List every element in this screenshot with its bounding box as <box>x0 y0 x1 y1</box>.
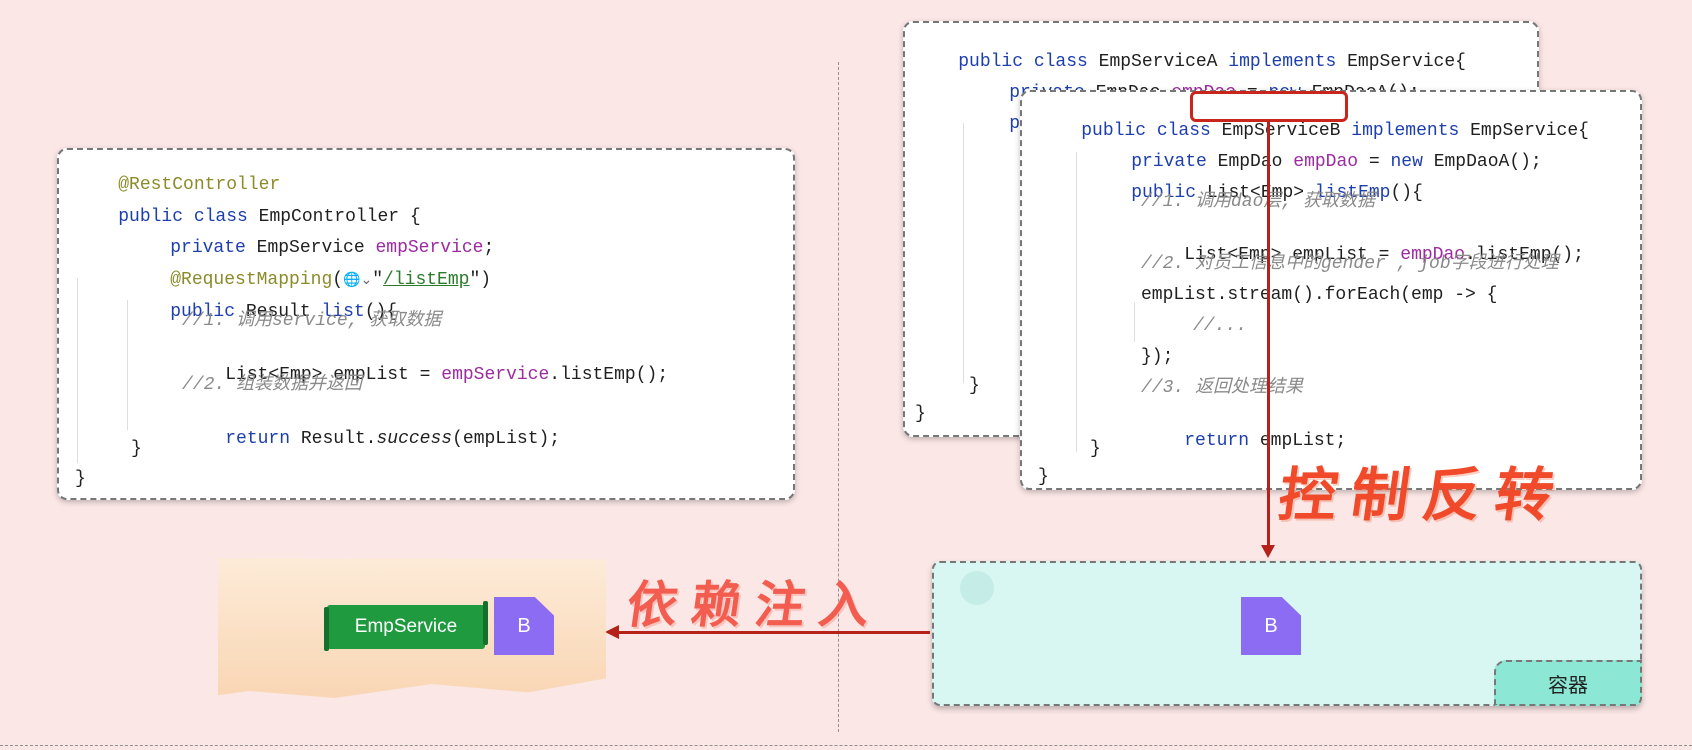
emp-service-tag: EmpService <box>324 601 488 651</box>
divider-bottom <box>0 745 1692 746</box>
di-arrow-head <box>605 625 619 639</box>
code-line: return Result.success(empList); <box>225 429 561 449</box>
code-line: } <box>915 404 926 424</box>
code-line: } <box>969 376 980 396</box>
container-label: 容器 <box>1494 660 1642 706</box>
decor-circle <box>960 571 994 605</box>
code-comment: //1. 调用dao层, 获取数据 <box>1141 192 1376 212</box>
controller-code-card: @RestController public class EmpControll… <box>57 148 795 500</box>
di-label: 依赖注入 <box>623 575 888 634</box>
ioc-arrow-head <box>1261 545 1275 558</box>
code-line: }); <box>1141 347 1174 367</box>
emp-service-tag-label: EmpService <box>354 616 458 637</box>
code-line: } <box>131 439 142 459</box>
code-comment: //2. 组装数据并返回 <box>182 375 363 395</box>
code-comment: //3. 返回处理结果 <box>1141 378 1304 398</box>
code-comment: //2. 对员工信息中的gender , job字段进行处理 <box>1141 254 1559 274</box>
ioc-arrow-line <box>1267 121 1270 547</box>
highlight-box <box>1190 91 1348 122</box>
code-line: } <box>1038 467 1049 487</box>
code-comment: //1. 调用service, 获取数据 <box>182 311 442 331</box>
code-line: } <box>75 469 86 489</box>
code-line: } <box>1090 439 1101 459</box>
code-comment: //... <box>1193 316 1248 336</box>
service-b-code-card: public class EmpServiceB implements EmpS… <box>1020 90 1642 490</box>
code-line: empList.stream().forEach(emp -> { <box>1141 285 1498 305</box>
ioc-label: 控制反转 <box>1274 461 1573 529</box>
